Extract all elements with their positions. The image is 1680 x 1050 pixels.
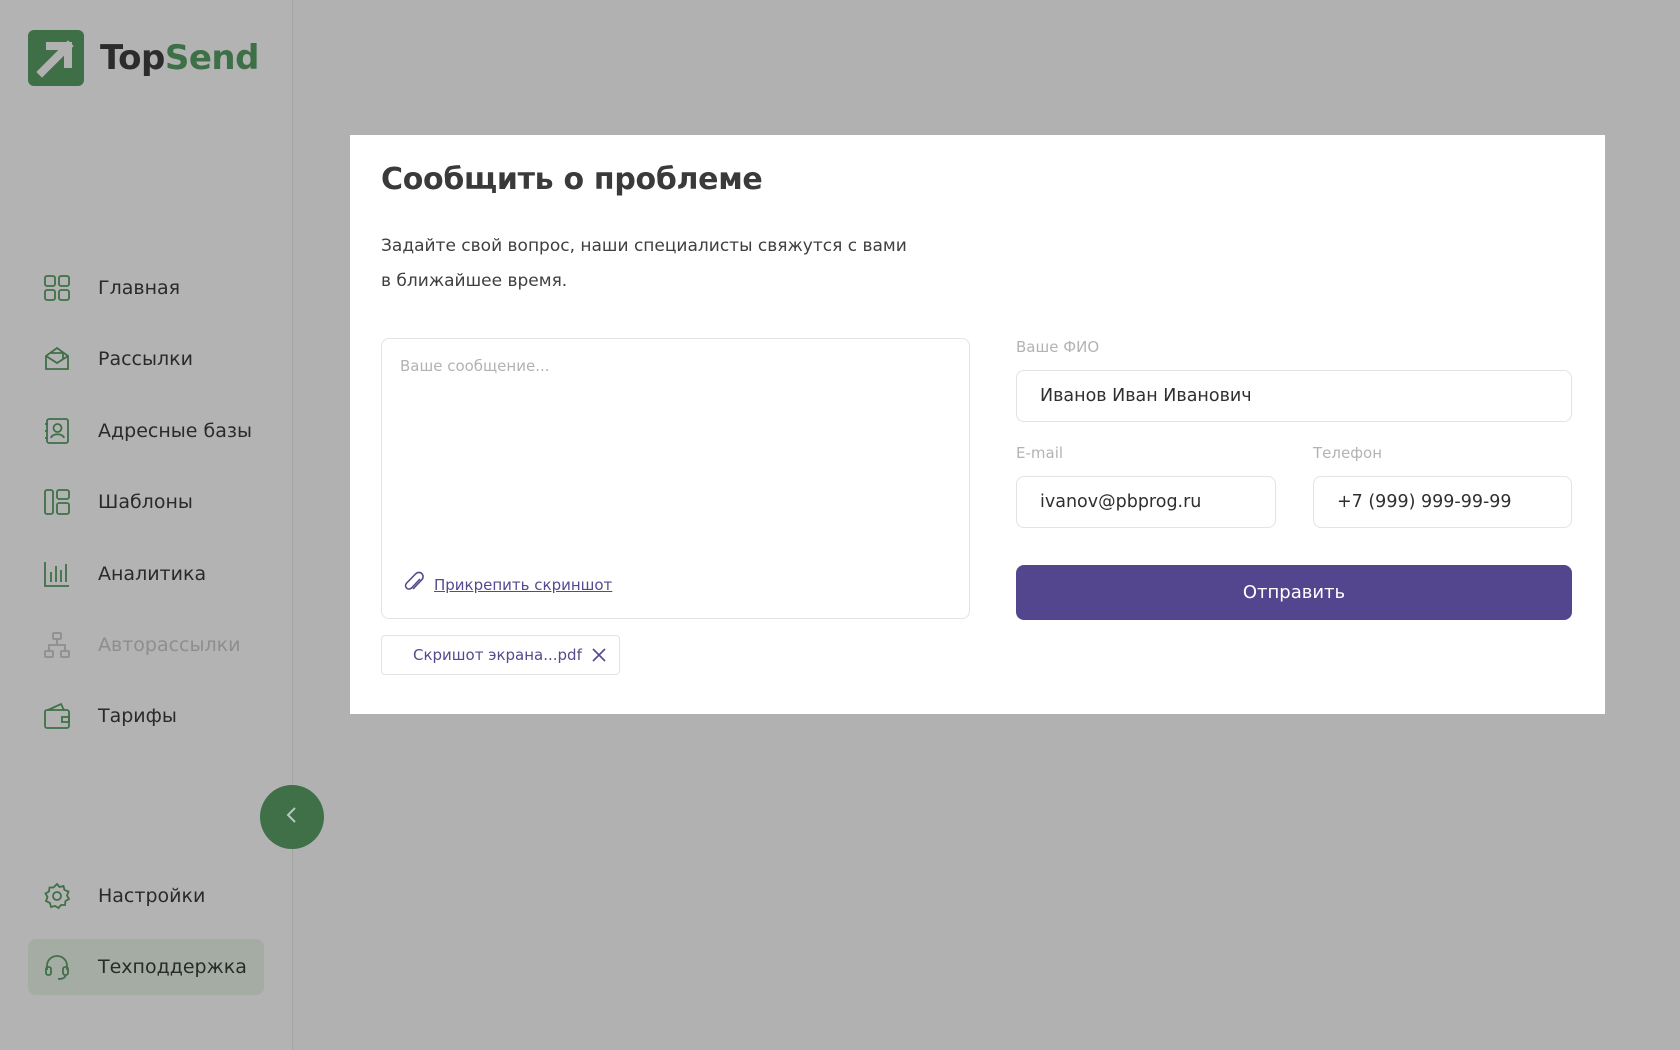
fullname-label: Ваше ФИО xyxy=(1016,338,1100,356)
sidebar-item-support[interactable]: Техподдержка xyxy=(28,939,264,996)
layout-icon xyxy=(42,487,72,517)
gear-icon xyxy=(42,881,72,911)
sidebar-item-label: Авторассылки xyxy=(98,633,241,656)
sidebar-item-tariffs[interactable]: Тарифы xyxy=(28,688,264,744)
message-box: Прикрепить скриншот xyxy=(381,338,970,619)
logo[interactable]: TopSend xyxy=(28,30,259,86)
logo-text-send: Send xyxy=(164,38,260,78)
email-field[interactable] xyxy=(1016,476,1276,528)
phone-label: Телефон xyxy=(1313,444,1383,462)
attach-screenshot-link[interactable]: Прикрепить скриншот xyxy=(434,576,612,594)
sidebar-item-auto-mailings[interactable]: Авторассылки xyxy=(28,617,264,673)
close-icon[interactable] xyxy=(589,645,609,665)
sidebar-item-analytics[interactable]: Аналитика xyxy=(28,546,264,602)
sidebar-item-mailings[interactable]: Рассылки xyxy=(28,331,264,387)
sidebar-item-label: Настройки xyxy=(98,885,206,907)
grid-icon xyxy=(42,273,72,303)
attachment-chip: Скришот экрана...pdf xyxy=(381,635,620,675)
sidebar-item-label: Техподдержка xyxy=(98,956,247,979)
phone-field[interactable] xyxy=(1313,476,1572,528)
logo-text-top: Top xyxy=(100,38,165,78)
sidebar-item-settings[interactable]: Настройки xyxy=(28,868,264,924)
submit-button[interactable]: Отправить xyxy=(1016,565,1572,620)
fullname-field[interactable] xyxy=(1016,370,1572,422)
message-textarea[interactable] xyxy=(400,357,950,557)
sidebar-item-home[interactable]: Главная xyxy=(28,260,264,316)
logo-text: TopSend xyxy=(100,38,259,78)
modal-description-line: Задайте свой вопрос, наши специалисты св… xyxy=(381,236,907,256)
sidebar-item-address-bases[interactable]: Адресные базы xyxy=(28,403,264,459)
wallet-icon xyxy=(42,701,72,731)
report-problem-modal: Сообщить о проблеме Задайте свой вопрос,… xyxy=(350,135,1605,714)
email-label: E-mail xyxy=(1016,444,1064,462)
attach-screenshot-row[interactable]: Прикрепить скриншот xyxy=(403,571,612,599)
headset-icon xyxy=(42,952,72,982)
chart-icon xyxy=(42,559,72,589)
sidebar-item-label: Шаблоны xyxy=(98,491,193,514)
sidebar-item-label: Адресные базы xyxy=(98,419,252,442)
bottom-nav: Настройки Техподдержка xyxy=(28,868,264,1011)
contacts-icon xyxy=(42,416,72,446)
sidebar: TopSend Главная Рассылки Адресные базы Ш… xyxy=(0,0,293,1050)
attachment-name: Скришот экрана...pdf xyxy=(413,646,582,664)
mail-icon xyxy=(42,344,72,374)
collapse-sidebar-button[interactable] xyxy=(260,785,324,849)
main-nav: Главная Рассылки Адресные базы Шаблоны А… xyxy=(28,260,264,760)
paperclip-icon xyxy=(403,571,425,599)
sidebar-item-label: Рассылки xyxy=(98,348,193,371)
modal-description-line: в ближайшее время. xyxy=(381,271,568,291)
modal-title: Сообщить о проблеме xyxy=(381,162,763,197)
sidebar-item-label: Аналитика xyxy=(98,562,207,585)
sidebar-item-label: Тарифы xyxy=(98,705,177,728)
hierarchy-icon xyxy=(42,630,72,660)
chevron-left-icon xyxy=(282,805,302,829)
modal-description: Задайте свой вопрос, наши специалисты св… xyxy=(381,229,941,299)
logo-arrow-icon xyxy=(28,30,84,86)
sidebar-item-templates[interactable]: Шаблоны xyxy=(28,474,264,530)
sidebar-item-label: Главная xyxy=(98,277,181,299)
